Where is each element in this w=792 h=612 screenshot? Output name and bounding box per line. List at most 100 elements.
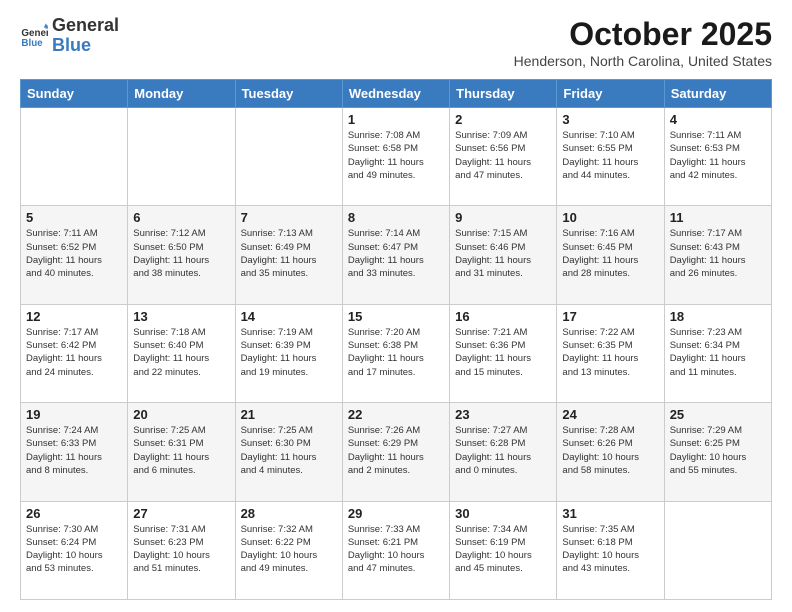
day-info: Sunrise: 7:25 AMSunset: 6:31 PMDaylight:… [133, 424, 229, 477]
day-info: Sunrise: 7:21 AMSunset: 6:36 PMDaylight:… [455, 326, 551, 379]
col-thursday: Thursday [450, 80, 557, 108]
day-number: 3 [562, 112, 658, 127]
table-row: 1Sunrise: 7:08 AMSunset: 6:58 PMDaylight… [342, 108, 449, 206]
day-info: Sunrise: 7:14 AMSunset: 6:47 PMDaylight:… [348, 227, 444, 280]
table-row: 20 Sunrise: 7:25 AMSunset: 6:31 PMDayligh… [128, 403, 235, 501]
month-title: October 2025 [514, 16, 772, 53]
table-row: 2Sunrise: 7:09 AMSunset: 6:56 PMDaylight… [450, 108, 557, 206]
calendar-week-row: 1Sunrise: 7:08 AMSunset: 6:58 PMDaylight… [21, 108, 772, 206]
table-row: 15Sunrise: 7:20 AMSunset: 6:38 PMDayligh… [342, 304, 449, 402]
table-row: 5 Sunrise: 7:11 AMSunset: 6:52 PMDaylight… [21, 206, 128, 304]
table-row: 8 Sunrise: 7:14 AMSunset: 6:47 PMDaylight… [342, 206, 449, 304]
day-number: 24 [562, 407, 658, 422]
table-row: 3 Sunrise: 7:10 AMSunset: 6:55 PMDaylight… [557, 108, 664, 206]
calendar-week-row: 12 Sunrise: 7:17 AMSunset: 6:42 PMDayligh… [21, 304, 772, 402]
day-info: Sunrise: 7:32 AMSunset: 6:22 PMDaylight:… [241, 523, 337, 576]
logo-blue: Blue [52, 36, 119, 56]
calendar-week-row: 5 Sunrise: 7:11 AMSunset: 6:52 PMDaylight… [21, 206, 772, 304]
day-number: 11 [670, 210, 766, 225]
logo: General Blue General Blue [20, 16, 119, 56]
day-number: 5 [26, 210, 122, 225]
header: General Blue General Blue October 2025 H… [20, 16, 772, 69]
day-number: 19 [26, 407, 122, 422]
table-row [128, 108, 235, 206]
day-number: 7 [241, 210, 337, 225]
calendar-table: Sunday Monday Tuesday Wednesday Thursday… [20, 79, 772, 600]
table-row [235, 108, 342, 206]
table-row: 7Sunrise: 7:13 AMSunset: 6:49 PMDaylight… [235, 206, 342, 304]
day-info: Sunrise: 7:18 AMSunset: 6:40 PMDaylight:… [133, 326, 229, 379]
calendar-header-row: Sunday Monday Tuesday Wednesday Thursday… [21, 80, 772, 108]
table-row: 17 Sunrise: 7:22 AMSunset: 6:35 PMDayligh… [557, 304, 664, 402]
col-monday: Monday [128, 80, 235, 108]
table-row: 12 Sunrise: 7:17 AMSunset: 6:42 PMDayligh… [21, 304, 128, 402]
logo-icon: General Blue [20, 22, 48, 50]
day-info: Sunrise: 7:26 AMSunset: 6:29 PMDaylight:… [348, 424, 444, 477]
day-info: Sunrise: 7:31 AMSunset: 6:23 PMDaylight:… [133, 523, 229, 576]
day-info: Sunrise: 7:28 AMSunset: 6:26 PMDaylight:… [562, 424, 658, 477]
col-tuesday: Tuesday [235, 80, 342, 108]
day-number: 26 [26, 506, 122, 521]
day-number: 23 [455, 407, 551, 422]
location: Henderson, North Carolina, United States [514, 53, 772, 69]
table-row [21, 108, 128, 206]
table-row: 19 Sunrise: 7:24 AMSunset: 6:33 PMDayligh… [21, 403, 128, 501]
day-number: 6 [133, 210, 229, 225]
day-info: Sunrise: 7:34 AMSunset: 6:19 PMDaylight:… [455, 523, 551, 576]
day-info: Sunrise: 7:19 AMSunset: 6:39 PMDaylight:… [241, 326, 337, 379]
day-info: Sunrise: 7:30 AMSunset: 6:24 PMDaylight:… [26, 523, 122, 576]
table-row: 29Sunrise: 7:33 AMSunset: 6:21 PMDayligh… [342, 501, 449, 599]
day-info: Sunrise: 7:10 AMSunset: 6:55 PMDaylight:… [562, 129, 658, 182]
day-number: 22 [348, 407, 444, 422]
table-row: 30Sunrise: 7:34 AMSunset: 6:19 PMDayligh… [450, 501, 557, 599]
day-info: Sunrise: 7:17 AMSunset: 6:42 PMDaylight:… [26, 326, 122, 379]
table-row: 11 Sunrise: 7:17 AMSunset: 6:43 PMDayligh… [664, 206, 771, 304]
table-row: 26 Sunrise: 7:30 AMSunset: 6:24 PMDayligh… [21, 501, 128, 599]
table-row: 13Sunrise: 7:18 AMSunset: 6:40 PMDayligh… [128, 304, 235, 402]
table-row: 25 Sunrise: 7:29 AMSunset: 6:25 PMDayligh… [664, 403, 771, 501]
day-number: 9 [455, 210, 551, 225]
day-info: Sunrise: 7:11 AMSunset: 6:52 PMDaylight:… [26, 227, 122, 280]
table-row: 27 Sunrise: 7:31 AMSunset: 6:23 PMDayligh… [128, 501, 235, 599]
table-row: 22 Sunrise: 7:26 AMSunset: 6:29 PMDayligh… [342, 403, 449, 501]
calendar-week-row: 26 Sunrise: 7:30 AMSunset: 6:24 PMDayligh… [21, 501, 772, 599]
day-info: Sunrise: 7:27 AMSunset: 6:28 PMDaylight:… [455, 424, 551, 477]
page: General Blue General Blue October 2025 H… [0, 0, 792, 612]
day-number: 8 [348, 210, 444, 225]
table-row: 9Sunrise: 7:15 AMSunset: 6:46 PMDaylight… [450, 206, 557, 304]
day-number: 20 [133, 407, 229, 422]
day-info: Sunrise: 7:25 AMSunset: 6:30 PMDaylight:… [241, 424, 337, 477]
day-number: 25 [670, 407, 766, 422]
table-row: 24 Sunrise: 7:28 AMSunset: 6:26 PMDayligh… [557, 403, 664, 501]
day-info: Sunrise: 7:12 AMSunset: 6:50 PMDaylight:… [133, 227, 229, 280]
day-number: 4 [670, 112, 766, 127]
table-row: 23 Sunrise: 7:27 AMSunset: 6:28 PMDayligh… [450, 403, 557, 501]
day-info: Sunrise: 7:16 AMSunset: 6:45 PMDaylight:… [562, 227, 658, 280]
day-info: Sunrise: 7:09 AMSunset: 6:56 PMDaylight:… [455, 129, 551, 182]
day-info: Sunrise: 7:11 AMSunset: 6:53 PMDaylight:… [670, 129, 766, 182]
table-row: 21Sunrise: 7:25 AMSunset: 6:30 PMDayligh… [235, 403, 342, 501]
col-wednesday: Wednesday [342, 80, 449, 108]
day-info: Sunrise: 7:22 AMSunset: 6:35 PMDaylight:… [562, 326, 658, 379]
table-row: 16 Sunrise: 7:21 AMSunset: 6:36 PMDayligh… [450, 304, 557, 402]
table-row [664, 501, 771, 599]
day-number: 16 [455, 309, 551, 324]
day-number: 12 [26, 309, 122, 324]
day-info: Sunrise: 7:29 AMSunset: 6:25 PMDaylight:… [670, 424, 766, 477]
day-number: 28 [241, 506, 337, 521]
col-saturday: Saturday [664, 80, 771, 108]
day-info: Sunrise: 7:33 AMSunset: 6:21 PMDaylight:… [348, 523, 444, 576]
table-row: 6 Sunrise: 7:12 AMSunset: 6:50 PMDaylight… [128, 206, 235, 304]
day-number: 31 [562, 506, 658, 521]
svg-text:Blue: Blue [21, 38, 43, 49]
title-area: October 2025 Henderson, North Carolina, … [514, 16, 772, 69]
day-info: Sunrise: 7:24 AMSunset: 6:33 PMDaylight:… [26, 424, 122, 477]
day-number: 27 [133, 506, 229, 521]
day-number: 17 [562, 309, 658, 324]
day-info: Sunrise: 7:20 AMSunset: 6:38 PMDaylight:… [348, 326, 444, 379]
logo-general: General [52, 16, 119, 36]
col-friday: Friday [557, 80, 664, 108]
day-number: 1 [348, 112, 444, 127]
day-info: Sunrise: 7:17 AMSunset: 6:43 PMDaylight:… [670, 227, 766, 280]
day-number: 10 [562, 210, 658, 225]
